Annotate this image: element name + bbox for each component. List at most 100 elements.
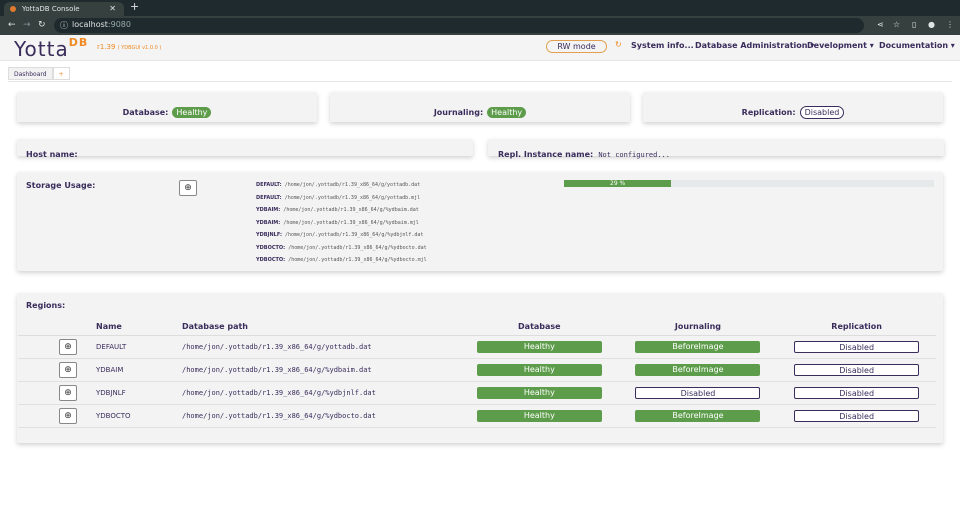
replication-status-badge: Disabled <box>799 106 845 119</box>
file-region: YDBJNLF: <box>256 232 282 238</box>
divider <box>8 81 952 82</box>
file-path: /home/jon/.yottadb/r1.39_x86_64/g/yottad… <box>284 182 421 188</box>
storage-zoom-button[interactable]: ⊕ <box>179 180 197 196</box>
sidepanel-icon[interactable]: ▯ <box>912 20 916 29</box>
refresh-icon[interactable]: ↻ <box>615 40 622 49</box>
region-path: /home/jon/.yottadb/r1.39_x86_64/g/yottad… <box>182 335 460 359</box>
back-icon[interactable]: ← <box>8 20 16 30</box>
menu-database-administration[interactable]: Database Administration ▾ <box>695 41 814 50</box>
file-region: YDBOCTO: <box>256 244 286 251</box>
storage-file-item: YDBAIM: /home/jon/.yottadb/r1.39_x86_64/… <box>256 220 427 233</box>
database-status: Healthy <box>476 340 602 353</box>
file-path: /home/jon/.yottadb/r1.39_x86_64/g/%ydbai… <box>283 207 419 213</box>
file-region: DEFAULT: <box>256 194 282 201</box>
col-name: Name <box>96 319 182 336</box>
tab-dashboard[interactable]: Dashboard <box>8 67 53 80</box>
journaling-status: BeforeImage <box>635 363 761 376</box>
address-bar[interactable]: ⓘ localhost:9080 <box>54 18 864 33</box>
new-tab-button[interactable]: + <box>130 0 139 13</box>
database-status-badge: Healthy <box>172 107 212 118</box>
journaling-status-card: Journaling: Healthy <box>330 92 630 122</box>
star-icon[interactable]: ☆ <box>893 20 900 29</box>
page-tabs: Dashboard + <box>8 67 70 81</box>
storage-progress-bar: 29 % <box>564 180 934 187</box>
zoom-icon: ⊕ <box>184 183 192 193</box>
menu-development[interactable]: Development ▾ <box>807 41 874 50</box>
storage-file-item: YDBOCTO: /home/jon/.yottadb/r1.39_x86_64… <box>256 245 427 258</box>
info-icon: ⓘ <box>60 21 68 30</box>
region-zoom-button[interactable]: ⊕ <box>59 338 77 355</box>
file-path: /home/jon/.yottadb/r1.39_x86_64/g/%ydbai… <box>283 219 419 226</box>
table-header: Name Database path Database Journaling R… <box>18 319 936 336</box>
region-zoom-button[interactable]: ⊕ <box>59 384 77 401</box>
regions-table: Name Database path Database Journaling R… <box>18 319 936 428</box>
file-region: YDBAIM: <box>256 207 281 213</box>
storage-progress-fill: 29 % <box>564 180 672 187</box>
add-tab-button[interactable]: + <box>52 67 70 80</box>
reload-icon[interactable]: ↻ <box>38 20 46 30</box>
app-header: YottaDB r1.39 ( YDBGUI v1.0.0 ) RW mode … <box>0 35 960 61</box>
browser-toolbar: ← → ↻ ⓘ localhost:9080 ⋖ ☆ ▯ ● ⋮ <box>0 16 960 35</box>
logo: YottaDB <box>14 36 89 61</box>
file-region: DEFAULT: <box>256 182 282 188</box>
journaling-status: BeforeImage <box>635 340 761 353</box>
tab-title: YottaDB Console <box>22 5 80 13</box>
zoom-icon: ⊕ <box>64 364 72 375</box>
col-replication: Replication <box>777 319 936 336</box>
menu-documentation[interactable]: Documentation ▾ <box>879 41 955 50</box>
file-path: /home/jon/.yottadb/r1.39_x86_64/g/%ydboc… <box>288 257 427 263</box>
replication-status: Disabled <box>794 363 920 376</box>
zoom-icon: ⊕ <box>64 410 72 421</box>
file-path: /home/jon/.yottadb/r1.39_x86_64/g/yottad… <box>284 194 421 201</box>
forward-icon[interactable]: → <box>23 20 31 30</box>
host-name-label: Host name: <box>26 150 78 159</box>
repl-instance-value: Not configured... <box>598 151 670 159</box>
database-label: Database: <box>122 108 169 117</box>
replication-status-card: Replication: Disabled <box>643 92 943 122</box>
region-path: /home/jon/.yottadb/r1.39_x86_64/g/%ydbai… <box>182 358 460 382</box>
repl-instance-card: Repl. Instance name: Not configured... <box>488 139 944 159</box>
table-row: ⊕ YDBOCTO /home/jon/.yottadb/r1.39_x86_6… <box>18 404 936 428</box>
replication-label: Replication: <box>741 108 796 117</box>
database-status: Healthy <box>476 386 602 399</box>
database-status: Healthy <box>476 409 602 422</box>
zoom-icon: ⊕ <box>64 387 72 398</box>
browser-tabbar: YottaDB Console ✕ + <box>0 0 960 16</box>
col-database: Database <box>460 319 619 336</box>
file-path: /home/jon/.yottadb/r1.39_x86_64/g/%ydbjn… <box>284 232 424 238</box>
region-zoom-button[interactable]: ⊕ <box>59 361 77 378</box>
storage-file-list: DEFAULT: /home/jon/.yottadb/r1.39_x86_64… <box>256 182 427 270</box>
table-row: ⊕ DEFAULT /home/jon/.yottadb/r1.39_x86_6… <box>18 335 936 359</box>
region-zoom-button[interactable]: ⊕ <box>59 407 77 424</box>
storage-file-item: DEFAULT: /home/jon/.yottadb/r1.39_x86_64… <box>256 195 427 208</box>
region-name: YDBJNLF <box>96 381 182 405</box>
regions-label: Regions: <box>26 301 66 310</box>
replication-status: Disabled <box>794 409 920 422</box>
storage-file-item: YDBAIM: /home/jon/.yottadb/r1.39_x86_64/… <box>256 207 427 220</box>
rw-mode-button[interactable]: RW mode <box>546 40 607 53</box>
region-name: YDBOCTO <box>96 404 182 428</box>
database-status: Healthy <box>476 363 602 376</box>
url-host: localhost <box>72 20 108 29</box>
host-name-card: Host name: <box>17 139 473 159</box>
url-port: :9080 <box>107 20 131 29</box>
storage-file-item: DEFAULT: /home/jon/.yottadb/r1.39_x86_64… <box>256 182 427 195</box>
close-tab-icon[interactable]: ✕ <box>109 4 116 13</box>
profile-icon[interactable]: ● <box>928 20 935 29</box>
col-database-path: Database path <box>182 319 460 336</box>
region-name: YDBAIM <box>96 358 182 382</box>
table-row: ⊕ YDBJNLF /home/jon/.yottadb/r1.39_x86_6… <box>18 381 936 405</box>
table-row: ⊕ YDBAIM /home/jon/.yottadb/r1.39_x86_64… <box>18 358 936 382</box>
storage-file-item: YDBJNLF: /home/jon/.yottadb/r1.39_x86_64… <box>256 232 427 245</box>
col-journaling: Journaling <box>618 319 778 336</box>
menu-system-info[interactable]: System info... <box>631 41 694 50</box>
storage-usage-label: Storage Usage: <box>26 181 96 190</box>
region-name: DEFAULT <box>96 335 182 359</box>
journaling-status: Disabled <box>635 386 761 399</box>
zoom-icon: ⊕ <box>64 341 72 352</box>
journaling-status-badge: Healthy <box>487 107 527 118</box>
browser-tab[interactable]: YottaDB Console ✕ <box>4 2 124 16</box>
repl-instance-label: Repl. Instance name: <box>498 150 594 159</box>
share-icon[interactable]: ⋖ <box>877 20 884 29</box>
menu-icon[interactable]: ⋮ <box>946 20 954 29</box>
